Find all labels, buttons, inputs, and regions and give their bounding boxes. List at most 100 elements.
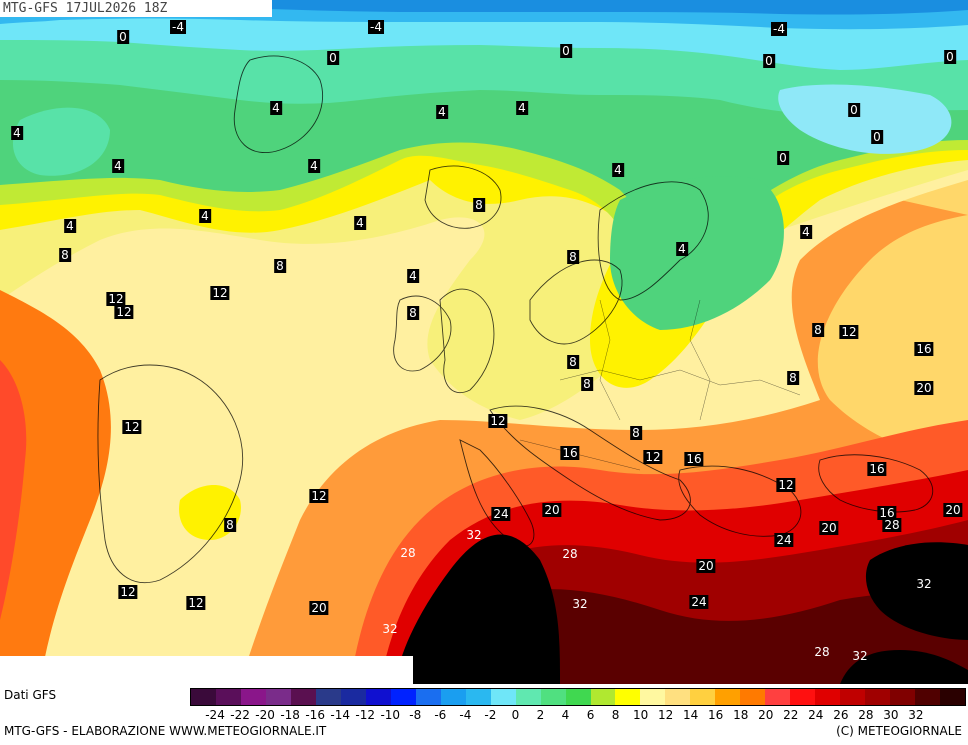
contour-label: 4 xyxy=(800,225,812,239)
contour-label: 28 xyxy=(400,546,416,560)
color-swatch xyxy=(290,689,316,705)
contour-label: 20 xyxy=(696,559,716,573)
contour-label: 12 xyxy=(776,478,796,492)
contour-label: -4 xyxy=(170,20,186,34)
color-swatch xyxy=(940,689,966,705)
contour-label: 12 xyxy=(210,286,230,300)
contour-label: -4 xyxy=(771,22,787,36)
contour-label: 16 xyxy=(867,462,887,476)
contour-label: 8 xyxy=(473,198,485,212)
color-scale-tick: -12 xyxy=(355,708,376,722)
contour-label: 4 xyxy=(612,163,624,177)
contour-label: 0 xyxy=(763,54,775,68)
color-scale-tick: 0 xyxy=(511,708,520,722)
color-scale-tick: -6 xyxy=(434,708,447,722)
contour-label: 8 xyxy=(812,323,824,337)
contour-label: 20 xyxy=(309,601,329,615)
color-swatch xyxy=(390,689,416,705)
color-swatch xyxy=(890,689,916,705)
color-scale-tick: -18 xyxy=(280,708,300,722)
contour-label: 4 xyxy=(64,219,76,233)
contour-label: 4 xyxy=(676,242,688,256)
color-swatch xyxy=(265,689,291,705)
contour-label: 0 xyxy=(117,30,129,44)
contour-label: 8 xyxy=(567,355,579,369)
contour-label: 16 xyxy=(684,452,704,466)
color-scale-tick: -16 xyxy=(305,708,325,722)
contour-label: 32 xyxy=(572,597,588,611)
color-scale-tick: 2 xyxy=(536,708,545,722)
color-swatch xyxy=(465,689,491,705)
color-scale-tick: 30 xyxy=(883,708,899,722)
contour-label: 0 xyxy=(944,50,956,64)
temperature-map xyxy=(0,0,968,684)
color-swatch xyxy=(365,689,391,705)
contour-label: 12 xyxy=(114,305,134,319)
contour-label: 4 xyxy=(436,105,448,119)
contour-label: 8 xyxy=(59,248,71,262)
color-swatch xyxy=(191,689,216,705)
contour-label: 28 xyxy=(562,547,578,561)
color-scale-tick: 4 xyxy=(561,708,570,722)
contour-label: 16 xyxy=(914,342,934,356)
color-swatch xyxy=(765,689,791,705)
color-swatch xyxy=(490,689,516,705)
credit-right: (C) METEOGIORNALE xyxy=(836,724,962,738)
contour-label: 4 xyxy=(199,209,211,223)
color-swatch xyxy=(590,689,616,705)
color-scale-bar xyxy=(190,688,966,706)
contour-label: 24 xyxy=(774,533,794,547)
color-swatch xyxy=(665,689,691,705)
contour-label: 20 xyxy=(542,503,562,517)
color-scale-tick: 6 xyxy=(586,708,595,722)
color-scale-tick: 22 xyxy=(783,708,799,722)
contour-label: 12 xyxy=(839,325,859,339)
credit-left: MTG-GFS - ELABORAZIONE WWW.METEOGIORNALE… xyxy=(4,724,327,738)
contour-label: 12 xyxy=(122,420,142,434)
color-swatch xyxy=(240,689,266,705)
contour-label: 8 xyxy=(224,518,236,532)
color-scale-tick: 20 xyxy=(758,708,774,722)
contour-label: 4 xyxy=(354,216,366,230)
color-swatch xyxy=(440,689,466,705)
color-scale-tick: -8 xyxy=(409,708,422,722)
color-swatch xyxy=(340,689,366,705)
color-scale-tick: 28 xyxy=(858,708,874,722)
color-swatch xyxy=(815,689,841,705)
contour-label: 20 xyxy=(819,521,839,535)
contour-label: 32 xyxy=(466,528,482,542)
color-swatch xyxy=(790,689,816,705)
color-swatch xyxy=(715,689,741,705)
color-scale-tick: -2 xyxy=(484,708,497,722)
contour-label: 8 xyxy=(787,371,799,385)
contour-label: 12 xyxy=(488,414,508,428)
contour-label: 20 xyxy=(943,503,963,517)
data-source-label: Dati GFS xyxy=(4,688,57,702)
color-scale-tick: 14 xyxy=(683,708,699,722)
contour-label: 8 xyxy=(581,377,593,391)
contour-label: 12 xyxy=(309,489,329,503)
color-scale-tick: -10 xyxy=(380,708,401,722)
color-scale-tick: 26 xyxy=(833,708,849,722)
color-scale-tick: -20 xyxy=(255,708,275,722)
color-scale-tick: -4 xyxy=(459,708,472,722)
contour-label: 8 xyxy=(630,426,642,440)
contour-label: 16 xyxy=(560,446,580,460)
color-scale-tick: -14 xyxy=(330,708,350,722)
contour-label: 12 xyxy=(643,450,663,464)
contour-label: 28 xyxy=(814,645,830,659)
color-swatch xyxy=(515,689,541,705)
contour-label: 0 xyxy=(560,44,572,58)
contour-label: 0 xyxy=(848,103,860,117)
contour-label: 32 xyxy=(916,577,932,591)
contour-label: 24 xyxy=(491,507,511,521)
map-title: MTG-GFS 17JUL2026 18Z xyxy=(0,0,272,17)
color-swatch xyxy=(565,689,591,705)
contour-label: 8 xyxy=(567,250,579,264)
color-swatch xyxy=(540,689,566,705)
contour-label: 32 xyxy=(852,649,868,663)
color-scale-tick: 12 xyxy=(657,708,674,722)
color-swatch xyxy=(215,689,241,705)
contour-label: 4 xyxy=(270,101,282,115)
color-scale-tick: -22 xyxy=(230,708,250,722)
